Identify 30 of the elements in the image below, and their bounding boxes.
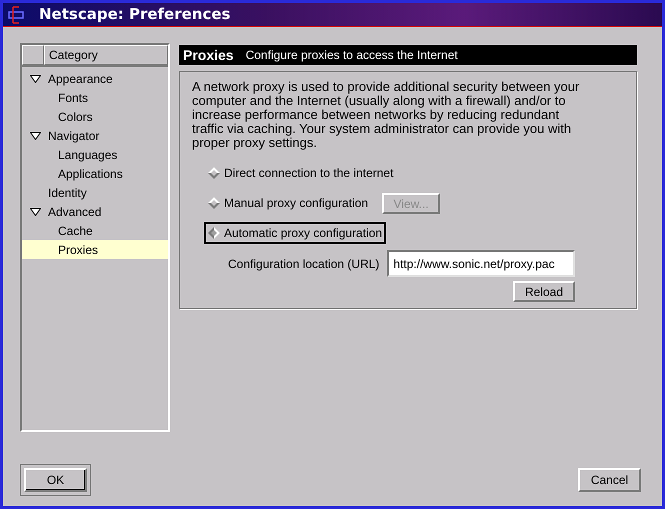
radio-option[interactable]: Automatic proxy configuration (204, 222, 386, 244)
expander-icon[interactable] (30, 74, 40, 82)
tree-item[interactable]: Languages (22, 145, 168, 164)
radio-icon[interactable] (208, 167, 220, 179)
radio-option[interactable]: Manual proxy configuration (204, 192, 372, 214)
tree-item[interactable]: Proxies (22, 240, 168, 259)
window-menu-icon[interactable] (7, 6, 27, 24)
cancel-button[interactable]: Cancel (578, 468, 641, 492)
expander-icon[interactable] (30, 132, 40, 140)
tree-item[interactable]: Advanced (22, 202, 168, 221)
tree-item[interactable]: Appearance (22, 69, 168, 88)
tree-item[interactable]: Identity (22, 183, 168, 202)
reload-button[interactable]: Reload (512, 281, 575, 302)
radio-icon[interactable] (208, 197, 220, 209)
url-field[interactable]: http://www.sonic.net/proxy.pac (387, 250, 576, 277)
radio-icon[interactable] (208, 227, 220, 239)
section-subtitle: Configure proxies to access the Internet (246, 47, 458, 64)
column-header[interactable]: Category (44, 45, 168, 65)
column-header (22, 45, 44, 65)
description-text: A network proxy is used to provide additional security between your computer and the Internet (usually along with a firewall) and/or to increase performance between networks by reducing redundant traffic via caching. Your system administrator can provide you with proper proxy settings. (192, 80, 580, 150)
url-label: Configuration location (URL) (228, 256, 380, 272)
expander-icon[interactable] (30, 208, 40, 216)
tree-item[interactable]: Colors (22, 107, 168, 126)
tree-item[interactable]: Cache (22, 221, 168, 240)
radio-option[interactable]: Direct connection to the internet (204, 162, 398, 184)
window-title: Netscape: Preferences (39, 4, 230, 26)
tree-item[interactable]: Fonts (22, 88, 168, 107)
tree-item[interactable]: Navigator (22, 126, 168, 145)
tree-item[interactable]: Applications (22, 164, 168, 183)
section-title: Proxies (183, 46, 234, 64)
